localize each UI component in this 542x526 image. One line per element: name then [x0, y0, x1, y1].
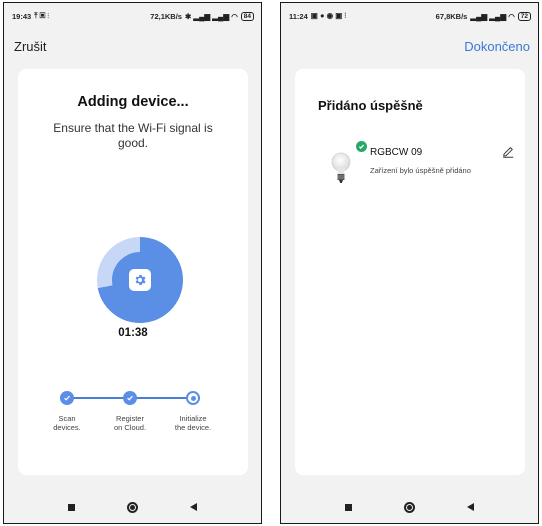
status-time: 11:24: [289, 11, 308, 21]
progress-ring: [97, 237, 183, 323]
recent-apps-icon[interactable]: [345, 503, 352, 511]
signal-icons: ▂▄▆ ▂▄▆ ◠: [470, 11, 515, 21]
bulb-icon: [331, 152, 351, 183]
network-speed: 72,1KB/s: [150, 11, 182, 21]
countdown-timer: 01:38: [118, 327, 148, 339]
check-icon: [127, 395, 133, 401]
check-icon: [64, 395, 70, 401]
gear-icon: [129, 269, 151, 291]
step-scan-dot: [60, 391, 74, 405]
status-bar: 11:24 ▣ ● ◉ ▣ ⫶ 67,8KB/s ▂▄▆ ▂▄▆ ◠ 72: [281, 3, 538, 29]
step-register-label: Register on Cloud.: [113, 414, 147, 432]
success-title: Přidáno úspěšně: [318, 98, 423, 113]
device-status: Zařízení bylo úspěšně přidáno: [370, 166, 471, 175]
step-register-dot: [123, 391, 137, 405]
system-nav-bar: [281, 497, 538, 517]
progress-card: Adding device... Ensure that the Wi-Fi s…: [18, 69, 248, 475]
status-notification-icons: ▣ ● ◉ ▣ ⫶: [310, 11, 347, 20]
status-notification-icons: ⤒ ▣ ⫶: [34, 11, 50, 20]
system-nav-bar: [4, 497, 261, 517]
network-speed: 67,8KB/s: [435, 11, 468, 21]
device-name: RGBCW 09: [370, 147, 423, 158]
edit-icon[interactable]: [501, 145, 515, 159]
back-icon[interactable]: [467, 503, 474, 511]
status-time: 19:43: [12, 11, 32, 21]
recent-apps-icon[interactable]: [68, 503, 75, 511]
home-icon[interactable]: [127, 501, 138, 513]
wifi-hint: Ensure that the Wi-Fi signal is good.: [53, 121, 213, 150]
success-check-icon: [356, 141, 367, 152]
result-card: Přidáno úspěšně RGBCW 09 Zařízení bylo ú…: [295, 69, 525, 475]
step-initialize-dot: [186, 391, 200, 405]
battery-level: 84: [240, 11, 254, 21]
progress-center: [112, 252, 168, 308]
battery-level: 72: [517, 11, 531, 21]
adding-device-screen: 19:43 ⤒ ▣ ⫶ 72,1KB/s ✱ ▂▄▆ ▂▄▆ ◠ 84 Zruš…: [3, 2, 262, 524]
cancel-button[interactable]: Zrušit: [14, 39, 47, 54]
back-icon[interactable]: [190, 503, 197, 511]
home-icon[interactable]: [404, 501, 415, 513]
status-bar: 19:43 ⤒ ▣ ⫶ 72,1KB/s ✱ ▂▄▆ ▂▄▆ ◠ 84: [4, 3, 261, 29]
added-success-screen: 11:24 ▣ ● ◉ ▣ ⫶ 67,8KB/s ▂▄▆ ▂▄▆ ◠ 72 Do…: [280, 2, 539, 524]
adding-title: Adding device...: [77, 94, 189, 110]
done-button[interactable]: Dokončeno: [464, 39, 530, 54]
signal-icons: ✱ ▂▄▆ ▂▄▆ ◠: [184, 11, 238, 21]
step-initialize-label: Initialize the device.: [174, 414, 212, 432]
step-scan-label: Scan devices.: [53, 414, 81, 432]
